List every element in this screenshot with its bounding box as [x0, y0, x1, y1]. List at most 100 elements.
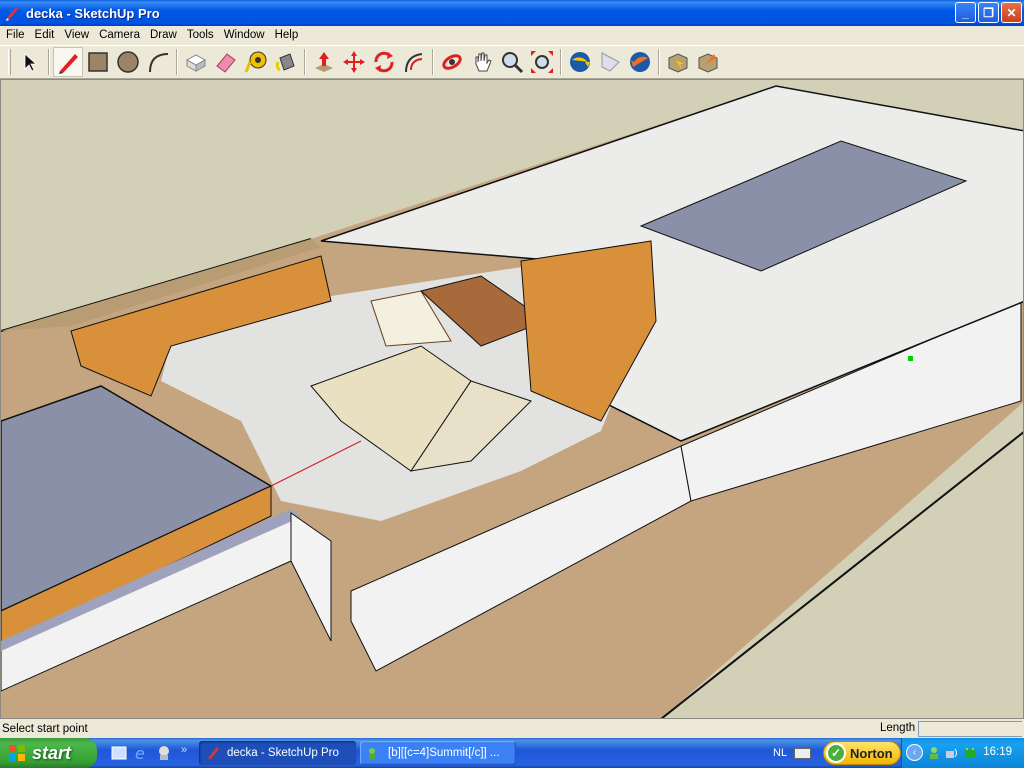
- zoom-tool-button[interactable]: [497, 47, 527, 77]
- network-wireless-icon[interactable]: [945, 746, 959, 760]
- orbit-icon: [442, 54, 462, 70]
- norton-label: Norton: [850, 745, 893, 761]
- user-status-icon[interactable]: [927, 746, 941, 760]
- push-pull-icon: [315, 52, 333, 72]
- eraser-icon: [216, 53, 236, 73]
- circle-tool-button[interactable]: [113, 47, 143, 77]
- pencil-icon: [59, 54, 78, 74]
- component-icon: [185, 54, 207, 72]
- toolbar-grip[interactable]: [8, 49, 11, 75]
- menu-draw[interactable]: Draw: [145, 29, 182, 41]
- chat-users-icon: [369, 748, 375, 760]
- rotate-icon: [374, 51, 394, 73]
- windows-logo-icon: [9, 745, 25, 761]
- toolbar-separator: [658, 49, 660, 75]
- toolbar-separator: [304, 49, 306, 75]
- status-message: Select start point: [2, 723, 88, 735]
- 3d-model-canvas[interactable]: [1, 80, 1024, 719]
- orbit-tool-button[interactable]: [437, 47, 467, 77]
- zoom-icon: [502, 52, 524, 74]
- globe-upload-icon: [630, 52, 650, 72]
- rectangle-tool-button[interactable]: [83, 47, 113, 77]
- measurements-label: Length: [880, 722, 916, 734]
- task-label: [b][[c=4]Summit[/c]] ...: [388, 747, 500, 759]
- measurements-input[interactable]: [918, 721, 1022, 737]
- restore-button[interactable]: ❐: [978, 2, 999, 23]
- move-icon: [343, 51, 365, 73]
- zoom-extents-icon: [531, 51, 553, 73]
- inference-point: [908, 356, 913, 361]
- messenger-icon[interactable]: [155, 744, 173, 762]
- share-model-button[interactable]: [595, 47, 625, 77]
- menu-file[interactable]: File: [1, 29, 30, 41]
- window-title: decka - SketchUp Pro: [26, 5, 160, 21]
- share-component-button[interactable]: [693, 47, 723, 77]
- share-model-icon: [601, 52, 620, 72]
- keyboard-icon[interactable]: [794, 748, 811, 759]
- upload-model-button[interactable]: [625, 47, 655, 77]
- task-sketchup[interactable]: decka - SketchUp Pro: [199, 741, 356, 765]
- taskbar: start e » decka - SketchUp Pro [b][[c=4]…: [0, 738, 1024, 768]
- menu-bar: File Edit View Camera Draw Tools Window …: [0, 26, 1024, 44]
- push-pull-button[interactable]: [309, 47, 339, 77]
- box-get-icon: [668, 53, 688, 73]
- move-tool-button[interactable]: [339, 47, 369, 77]
- tray-expand-icon[interactable]: ‹: [906, 744, 923, 761]
- select-arrow-icon: [24, 53, 38, 72]
- window-controls: _ ❐ ✕: [955, 2, 1022, 23]
- get-models-button[interactable]: [565, 47, 595, 77]
- globe-get-icon: [570, 52, 590, 72]
- drawing-viewport[interactable]: [0, 79, 1024, 719]
- rectangle-icon: [88, 52, 108, 72]
- show-desktop-icon[interactable]: [110, 744, 128, 762]
- sketchup-app-icon: [208, 747, 219, 760]
- sketchup-app-icon: [6, 7, 18, 21]
- quicklaunch-more-button[interactable]: »: [181, 744, 187, 756]
- internet-explorer-icon[interactable]: e: [133, 744, 151, 762]
- checkmark-icon: ✓: [826, 743, 846, 763]
- tape-measure-button[interactable]: [241, 47, 271, 77]
- arc-tool-button[interactable]: [143, 47, 173, 77]
- task-label: decka - SketchUp Pro: [227, 747, 339, 759]
- title-bar: decka - SketchUp Pro _ ❐ ✕: [0, 0, 1024, 26]
- menu-help[interactable]: Help: [270, 29, 304, 41]
- network-adapter-icon[interactable]: [963, 746, 977, 760]
- zoom-extents-button[interactable]: [527, 47, 557, 77]
- paint-bucket-icon: [275, 53, 295, 72]
- clock: 16:19: [983, 746, 1012, 758]
- minimize-button[interactable]: _: [955, 2, 976, 23]
- menu-camera[interactable]: Camera: [94, 29, 145, 41]
- circle-icon: [117, 51, 139, 73]
- paint-bucket-button[interactable]: [271, 47, 301, 77]
- toolbar-separator: [48, 49, 50, 75]
- select-tool-button[interactable]: [15, 47, 45, 77]
- close-button[interactable]: ✕: [1001, 2, 1022, 23]
- svg-text:e: e: [135, 744, 145, 762]
- toolbar-separator: [560, 49, 562, 75]
- menu-window[interactable]: Window: [219, 29, 270, 41]
- offset-icon: [405, 53, 423, 73]
- start-label: start: [32, 742, 72, 763]
- pencil-tool-button[interactable]: [53, 47, 83, 77]
- status-bar: Select start point Length: [0, 720, 1024, 738]
- toolbar-separator: [432, 49, 434, 75]
- toolbar-separator: [176, 49, 178, 75]
- arc-icon: [149, 53, 169, 73]
- language-indicator[interactable]: NL: [773, 747, 787, 759]
- eraser-tool-button[interactable]: [211, 47, 241, 77]
- menu-tools[interactable]: Tools: [182, 29, 219, 41]
- offset-tool-button[interactable]: [399, 47, 429, 77]
- task-messenger-chat[interactable]: [b][[c=4]Summit[/c]] ...: [360, 741, 516, 765]
- menu-view[interactable]: View: [59, 29, 94, 41]
- tape-measure-icon: [244, 51, 267, 73]
- get-component-button[interactable]: [663, 47, 693, 77]
- menu-edit[interactable]: Edit: [30, 29, 60, 41]
- rotate-tool-button[interactable]: [369, 47, 399, 77]
- norton-status-button[interactable]: ✓ Norton: [823, 741, 901, 765]
- box-share-icon: [698, 53, 718, 73]
- pan-tool-button[interactable]: [467, 47, 497, 77]
- start-button[interactable]: start: [0, 738, 97, 768]
- pan-hand-icon: [475, 52, 492, 72]
- toolbar: [0, 45, 1024, 79]
- make-component-button[interactable]: [181, 47, 211, 77]
